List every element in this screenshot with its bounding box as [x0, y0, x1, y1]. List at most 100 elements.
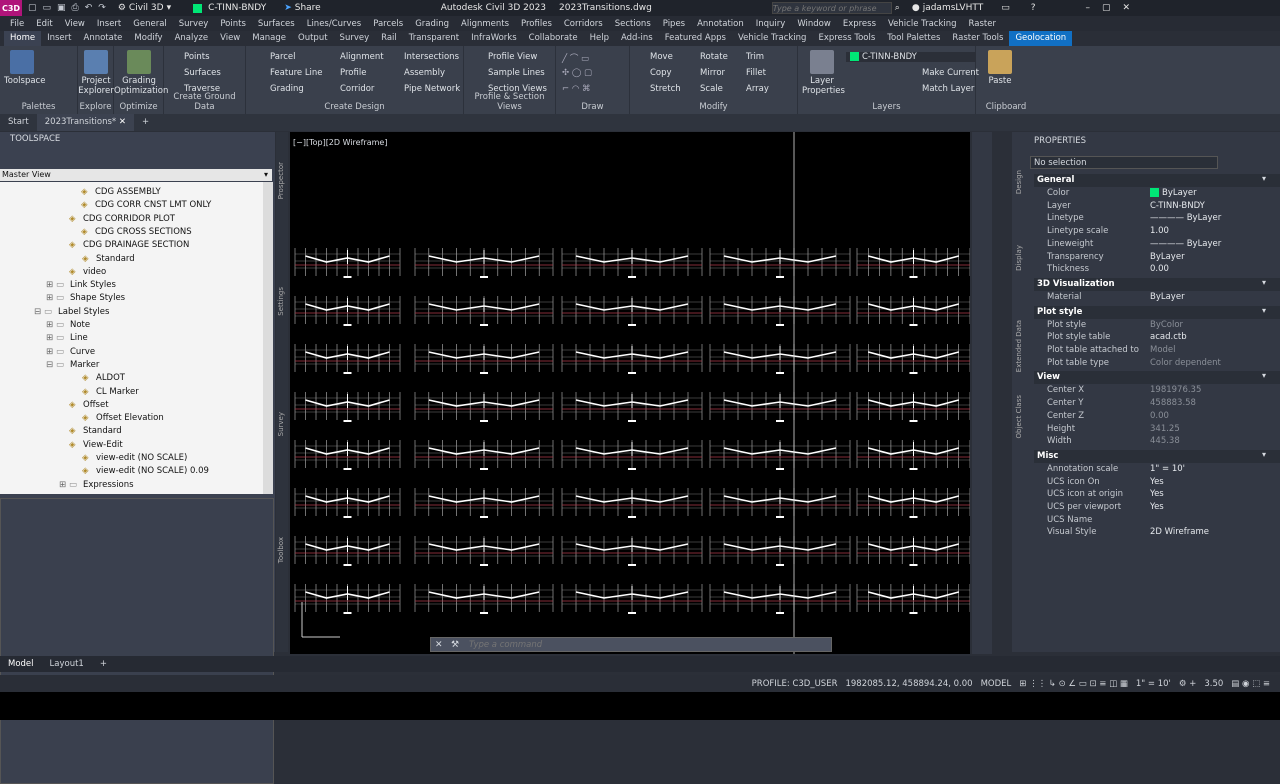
toolspace-button[interactable]: Toolspace	[4, 50, 45, 86]
property-value[interactable]: Yes	[1150, 476, 1164, 489]
side-tab-toolbox[interactable]: Toolbox	[277, 537, 289, 563]
property-row[interactable]: Annotation scale 1" = 10'	[1034, 463, 1280, 476]
chevron-down-icon[interactable]: ▾	[1262, 450, 1266, 459]
property-row[interactable]: Transparency ByLayer	[1034, 251, 1280, 264]
section-header-plot-style[interactable]: Plot style	[1034, 305, 1280, 319]
property-row[interactable]: UCS per viewport Yes	[1034, 501, 1280, 514]
menu-annotation[interactable]: Annotation	[697, 19, 744, 29]
intersections-button[interactable]: Intersections	[404, 52, 459, 62]
property-row[interactable]: UCS Name	[1034, 514, 1280, 527]
save-icon[interactable]: ▣	[57, 3, 66, 13]
property-row[interactable]: Thickness 0.00	[1034, 263, 1280, 276]
property-row[interactable]: Center Z 0.00	[1034, 410, 1280, 423]
mirror-button[interactable]: Mirror	[700, 68, 725, 78]
menu-view[interactable]: View	[65, 19, 85, 29]
expand-icon[interactable]: ⊞	[59, 479, 66, 492]
chevron-down-icon[interactable]: ▾	[1262, 174, 1266, 183]
menu-express[interactable]: Express	[843, 19, 876, 29]
undo-icon[interactable]: ↶	[85, 3, 93, 13]
menu-pipes[interactable]: Pipes	[663, 19, 685, 29]
tree-item[interactable]: ⊟ ▭ Label Styles	[0, 306, 263, 319]
customize-icon[interactable]: ▤ ◉ ⬚ ≡	[1227, 679, 1274, 689]
wrench-icon[interactable]: ⚒	[451, 640, 459, 650]
tab-express-tools[interactable]: Express Tools	[812, 31, 881, 46]
expand-icon[interactable]: ⊞	[46, 292, 53, 305]
new-tab-icon[interactable]: +	[134, 114, 157, 131]
menu-vehicle-tracking[interactable]: Vehicle Tracking	[888, 19, 957, 29]
polyline-icon[interactable]: ⌐ ◠ ⌘	[562, 84, 590, 94]
property-value[interactable]: 458883.58	[1150, 397, 1196, 410]
chevron-down-icon[interactable]: ▾	[1262, 278, 1266, 287]
tree-item[interactable]: ◈ view-edit (NO SCALE) 0.09	[0, 465, 263, 478]
layer-dropdown[interactable]: C-TINN-BNDY	[846, 52, 976, 62]
pipe-network-button[interactable]: Pipe Network	[404, 84, 460, 94]
property-value[interactable]: 1.00	[1150, 225, 1169, 238]
property-row[interactable]: Visual Style 2D Wireframe	[1034, 526, 1280, 539]
tree-item[interactable]: ◈ Offset Elevation	[0, 412, 263, 425]
tab-rail[interactable]: Rail	[375, 31, 403, 46]
property-row[interactable]: Plot table attached to Model	[1034, 344, 1280, 357]
expand-icon[interactable]: ⊞	[46, 346, 53, 359]
share-button[interactable]: ➤ Share	[284, 3, 321, 13]
selection-dropdown[interactable]: No selection	[1030, 156, 1218, 169]
fillet-button[interactable]: Fillet	[746, 68, 766, 78]
menu-inquiry[interactable]: Inquiry	[756, 19, 786, 29]
property-value[interactable]: ByLayer	[1150, 291, 1185, 304]
model-space-toggle[interactable]: MODEL	[977, 679, 1016, 689]
sample-lines-button[interactable]: Sample Lines	[488, 68, 545, 78]
annotation-scale[interactable]: 1" = 10'	[1132, 679, 1175, 689]
tab-annotate[interactable]: Annotate	[78, 31, 129, 46]
menu-grading[interactable]: Grading	[415, 19, 449, 29]
grading-optimization-button[interactable]: Grading Optimization	[114, 50, 168, 96]
tree-item[interactable]: ⊞ ▭ Line	[0, 332, 263, 345]
property-value[interactable]: Yes	[1150, 488, 1164, 501]
tab-manage[interactable]: Manage	[246, 31, 292, 46]
side-tab-object-class[interactable]: Object Class	[1015, 395, 1027, 438]
redo-icon[interactable]: ↷	[98, 3, 106, 13]
tree-item[interactable]: ◈ View-Edit	[0, 439, 263, 452]
parcel-button[interactable]: Parcel	[270, 52, 296, 62]
menu-profiles[interactable]: Profiles	[521, 19, 552, 29]
tree-item[interactable]: ◈ CDG DRAINAGE SECTION	[0, 239, 263, 252]
property-value[interactable]: 445.38	[1150, 435, 1180, 448]
alignment-button[interactable]: Alignment	[340, 52, 384, 62]
property-value[interactable]: 0.00	[1150, 410, 1169, 423]
tree-item[interactable]: ◈ Standard	[0, 425, 263, 438]
tab-tool-palettes[interactable]: Tool Palettes	[881, 31, 946, 46]
cart-icon[interactable]: ▭	[1001, 3, 1010, 13]
property-row[interactable]: UCS icon at origin Yes	[1034, 488, 1280, 501]
menu-parcels[interactable]: Parcels	[373, 19, 403, 29]
property-row[interactable]: Material ByLayer	[1034, 291, 1280, 304]
property-value[interactable]: 0.00	[1150, 263, 1169, 276]
profile-view-button[interactable]: Profile View	[488, 52, 537, 62]
expand-icon[interactable]: ⊞	[46, 332, 53, 345]
side-tab-prospector[interactable]: Prospector	[277, 162, 289, 199]
section-header-view[interactable]: View	[1034, 371, 1280, 385]
property-value[interactable]: acad.ctb	[1150, 331, 1187, 344]
close-icon[interactable]: ✕	[1123, 3, 1131, 13]
layer-properties-button[interactable]: Layer Properties	[802, 50, 845, 96]
tab-start[interactable]: Start	[0, 114, 37, 131]
trim-button[interactable]: Trim	[746, 52, 764, 62]
tab-current-drawing[interactable]: 2023Transitions* ✕	[36, 114, 135, 131]
tab-view[interactable]: View	[214, 31, 246, 46]
assembly-button[interactable]: Assembly	[404, 68, 445, 78]
move-button[interactable]: Move	[650, 52, 673, 62]
menu-corridors[interactable]: Corridors	[564, 19, 603, 29]
section-header-misc[interactable]: Misc	[1034, 449, 1280, 463]
property-row[interactable]: Height 341.25	[1034, 423, 1280, 436]
property-value[interactable]: ———— ByLayer	[1150, 212, 1221, 225]
surfaces-button[interactable]: Surfaces	[184, 68, 221, 78]
property-row[interactable]: Plot table type Color dependent	[1034, 357, 1280, 370]
menu-points[interactable]: Points	[220, 19, 246, 29]
side-tab-settings[interactable]: Settings	[277, 287, 289, 316]
tab-geolocation[interactable]: Geolocation	[1009, 31, 1073, 46]
property-value[interactable]: ———— ByLayer	[1150, 238, 1221, 251]
array-button[interactable]: Array	[746, 84, 769, 94]
menu-survey[interactable]: Survey	[179, 19, 209, 29]
workspace-select[interactable]: ⚙ Civil 3D ▾	[118, 3, 171, 13]
property-row[interactable]: Lineweight ———— ByLayer	[1034, 238, 1280, 251]
feature-line-button[interactable]: Feature Line	[270, 68, 323, 78]
menu-general[interactable]: General	[133, 19, 167, 29]
property-row[interactable]: Plot style table acad.ctb	[1034, 331, 1280, 344]
